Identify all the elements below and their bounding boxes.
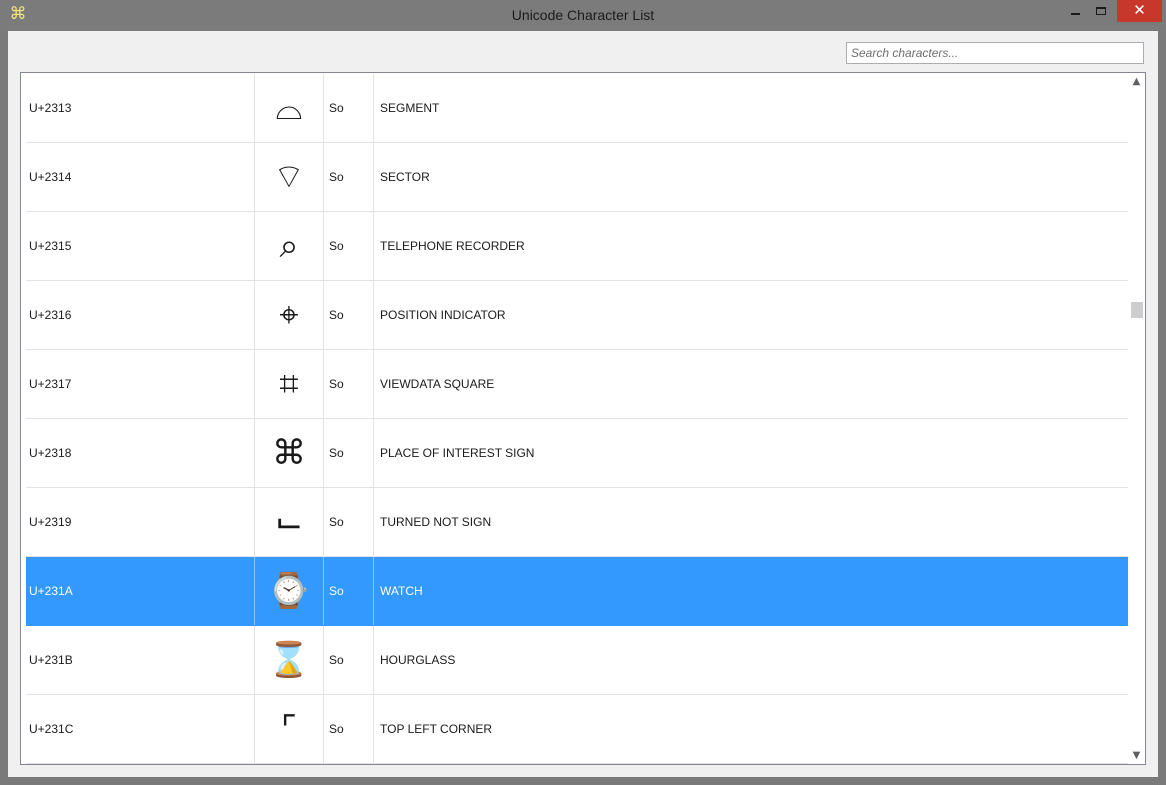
name-cell: WATCH xyxy=(380,584,423,598)
table-row[interactable]: U+2314 ⌔ So SECTOR xyxy=(26,143,1128,212)
table-row[interactable]: U+231C ⌜ So TOP LEFT CORNER xyxy=(26,695,1128,764)
code-cell: U+231C xyxy=(26,695,255,763)
category-cell: So xyxy=(324,212,374,280)
character-list[interactable]: U+2313 ⌓ So SEGMENT U+2314 ⌔ So SECTOR U+2315 ⌕ So… xyxy=(20,72,1146,765)
vertical-scrollbar[interactable]: ▲ ▼ xyxy=(1128,73,1145,764)
code-cell: U+2315 xyxy=(26,212,255,280)
scrollbar-thumb[interactable] xyxy=(1131,302,1143,318)
table-row[interactable]: U+231B ⌛ So HOURGLASS xyxy=(26,626,1128,695)
category-cell: So xyxy=(324,419,374,487)
glyph-cell: ⌚ xyxy=(255,557,324,625)
category-cell: So xyxy=(324,695,374,763)
table-row[interactable]: U+2313 ⌓ So SEGMENT xyxy=(26,74,1128,143)
table-row[interactable]: U+2316 ⌖ So POSITION INDICATOR xyxy=(26,281,1128,350)
category-cell: So xyxy=(324,74,374,142)
glyph-cell: ⌓ xyxy=(255,74,324,142)
code-cell: U+231A xyxy=(26,557,255,625)
category-cell: So xyxy=(324,350,374,418)
name-cell: TELEPHONE RECORDER xyxy=(380,239,525,253)
character-rows: U+2313 ⌓ So SEGMENT U+2314 ⌔ So SECTOR U+2315 ⌕ So… xyxy=(26,74,1128,764)
category-cell: So xyxy=(324,143,374,211)
name-cell: SEGMENT xyxy=(380,101,440,115)
search-input[interactable] xyxy=(846,42,1144,64)
close-icon: ✕ xyxy=(1133,1,1146,19)
table-row[interactable]: U+2319 ⌙ So TURNED NOT SIGN xyxy=(26,488,1128,557)
client-area: U+2313⌓SoSEGMENTU+2314⌔SoSECTORU+2315⌕So… xyxy=(8,31,1158,777)
app-window: ⌘ Unicode Character List ✕ U+2313⌓SoSEGM… xyxy=(0,0,1166,785)
code-cell: U+2319 xyxy=(26,488,255,556)
category-cell: So xyxy=(324,488,374,556)
code-cell: U+2317 xyxy=(26,350,255,418)
maximize-button[interactable] xyxy=(1089,0,1114,22)
window-title: Unicode Character List xyxy=(511,7,655,23)
name-cell: TOP LEFT CORNER xyxy=(380,722,493,736)
name-cell: POSITION INDICATOR xyxy=(380,308,506,322)
glyph-cell: ⌙ xyxy=(255,488,324,556)
name-cell: VIEWDATA SQUARE xyxy=(380,377,495,391)
glyph-cell: ⌕ xyxy=(255,212,324,280)
table-row[interactable]: U+2317 ⌗ So VIEWDATA SQUARE xyxy=(26,350,1128,419)
scroll-up-icon[interactable]: ▲ xyxy=(1128,73,1145,90)
table-row[interactable]: U+2318 ⌘ So PLACE OF INTEREST SIGN xyxy=(26,419,1128,488)
table-row[interactable]: U+2315 ⌕ So TELEPHONE RECORDER xyxy=(26,212,1128,281)
glyph-cell: ⌛ xyxy=(255,626,324,694)
category-cell: So xyxy=(324,557,374,625)
name-cell: HOURGLASS xyxy=(380,653,456,667)
category-cell: So xyxy=(324,626,374,694)
name-cell: TURNED NOT SIGN xyxy=(380,515,492,529)
minimize-icon xyxy=(1071,13,1080,15)
table-row[interactable]: U+231A ⌚ So WATCH xyxy=(26,557,1128,626)
maximize-icon xyxy=(1096,7,1106,15)
scroll-down-icon[interactable]: ▼ xyxy=(1128,747,1145,764)
code-cell: U+231B xyxy=(26,626,255,694)
code-cell: U+2313 xyxy=(26,74,255,142)
code-cell: U+2316 xyxy=(26,281,255,349)
glyph-cell: ⌖ xyxy=(255,281,324,349)
name-cell: SECTOR xyxy=(380,170,430,184)
minimize-button[interactable] xyxy=(1063,0,1089,22)
glyph-cell: ⌘ xyxy=(255,419,324,487)
category-cell: So xyxy=(324,281,374,349)
title-bar[interactable]: ⌘ Unicode Character List ✕ xyxy=(0,0,1166,30)
code-cell: U+2318 xyxy=(26,419,255,487)
name-cell: PLACE OF INTEREST SIGN xyxy=(380,446,535,460)
glyph-cell: ⌔ xyxy=(255,143,324,211)
glyph-cell: ⌜ xyxy=(255,695,324,763)
close-button[interactable]: ✕ xyxy=(1117,0,1162,22)
glyph-cell: ⌗ xyxy=(255,350,324,418)
code-cell: U+2314 xyxy=(26,143,255,211)
